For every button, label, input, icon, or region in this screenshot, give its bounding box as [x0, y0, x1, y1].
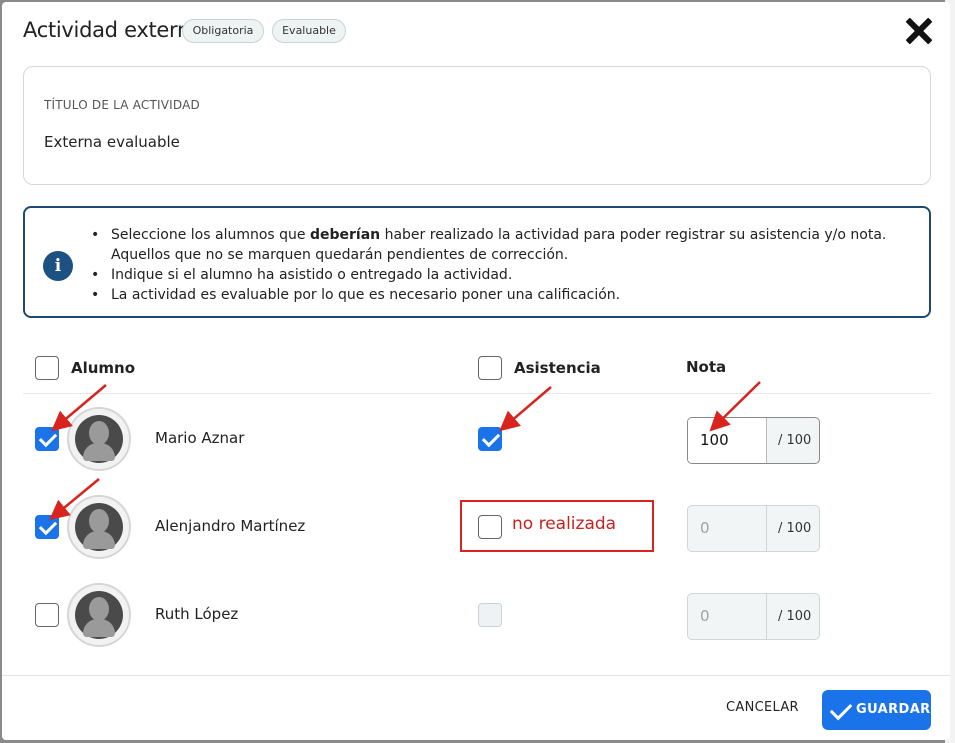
info-emphasis: deberían [309, 227, 381, 243]
info-item: La actividad es evaluable por lo que es … [91, 285, 911, 305]
info-list: Seleccione los alumnos que deberían habe… [91, 225, 911, 305]
grade-field: 0 / 100 [687, 593, 820, 640]
student-select-checkbox[interactable] [35, 603, 59, 627]
activity-title-card: TÍTULO DE LA ACTIVIDAD Externa evaluable [23, 66, 931, 185]
table-row: Ruth López 0 / 100 [23, 572, 931, 660]
close-icon[interactable] [904, 16, 934, 46]
attendance-checkbox[interactable] [478, 427, 502, 451]
student-name: Mario Aznar [155, 429, 245, 447]
modal-footer: CANCELAR GUARDAR [2, 675, 950, 740]
modal-header: Actividad externa Obligatoria Evaluable [2, 2, 950, 58]
student-select-checkbox[interactable] [35, 515, 59, 539]
annotation-box: no realizada [460, 500, 654, 552]
save-button-label: GUARDAR [856, 702, 931, 717]
save-button[interactable]: GUARDAR [822, 690, 931, 730]
select-all-students-checkbox[interactable] [35, 356, 59, 380]
avatar [67, 407, 131, 471]
info-item: Seleccione los alumnos que deberían habe… [91, 225, 911, 265]
grade-input[interactable]: 0 [688, 506, 767, 551]
avatar [67, 583, 131, 647]
activity-title-value: Externa evaluable [44, 133, 180, 151]
check-icon [829, 697, 853, 721]
info-item: Indique si el alumno ha asistido o entre… [91, 265, 911, 285]
annotation-text: no realizada [512, 514, 617, 534]
grade-input[interactable]: 100 [688, 418, 767, 463]
activity-modal: Actividad externa Obligatoria Evaluable … [2, 2, 950, 740]
cancel-button[interactable]: CANCELAR [726, 700, 799, 715]
table-header: Alumno Asistencia Nota [23, 342, 931, 394]
grade-max: / 100 [778, 521, 812, 536]
grade-max: / 100 [778, 433, 812, 448]
student-select-checkbox[interactable] [35, 427, 59, 451]
info-icon: i [43, 251, 73, 281]
table-row: Mario Aznar 100 / 100 [23, 396, 931, 484]
grade-input[interactable]: 0 [688, 594, 767, 639]
grade-field: 100 / 100 [687, 417, 820, 464]
activity-title-label: TÍTULO DE LA ACTIVIDAD [44, 98, 200, 112]
attendance-checkbox [478, 603, 502, 627]
chip-evaluable: Evaluable [272, 19, 346, 43]
modal-title: Actividad externa [23, 18, 203, 42]
grade-max: / 100 [778, 609, 812, 624]
grade-field: 0 / 100 [687, 505, 820, 552]
header-attendance: Asistencia [514, 359, 601, 377]
header-grade: Nota [686, 358, 727, 376]
info-box: i Seleccione los alumnos que deberían ha… [23, 206, 931, 318]
student-name: Alenjandro Martínez [155, 517, 306, 535]
avatar [67, 495, 131, 559]
header-student: Alumno [71, 359, 136, 377]
student-name: Ruth López [155, 605, 239, 623]
select-all-attendance-checkbox[interactable] [478, 356, 502, 380]
chip-mandatory: Obligatoria [182, 19, 264, 43]
